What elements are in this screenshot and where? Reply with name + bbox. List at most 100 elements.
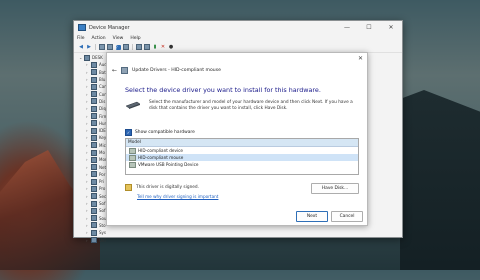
ide-icon [91,127,97,134]
chevron-right-icon[interactable]: › [86,114,89,119]
chevron-right-icon[interactable]: › [86,143,89,148]
device-icon [129,161,136,168]
computer-icon [91,91,97,98]
wallpaper-mountain-right [400,90,480,270]
help-icon[interactable]: ? [115,44,121,50]
download-icon[interactable]: ● [168,44,174,50]
monitor-icon[interactable] [136,44,142,50]
usb-icon [91,237,97,244]
chevron-right-icon[interactable]: › [86,179,89,184]
close-icon[interactable]: ✕ [358,55,363,62]
list-item-selected[interactable]: HID-compliant mouse [126,154,358,161]
computer-icon [84,54,90,61]
chevron-right-icon[interactable]: › [86,230,89,235]
chevron-right-icon[interactable]: › [86,121,89,126]
keyboard-icon [91,134,97,141]
chevron-down-icon[interactable]: ⌄ [79,55,82,60]
chevron-right-icon[interactable]: › [86,135,89,140]
show-compatible-row[interactable]: ✓ Show compatible hardware [125,129,195,136]
menu-file[interactable]: File [77,36,85,41]
close-window-button[interactable]: ✕ [380,21,402,34]
signed-driver-icon [125,184,132,191]
tree-item[interactable]: › Sys [77,229,117,236]
model-listbox[interactable]: Model HID-compliant device HID-compliant… [125,138,359,175]
audio-icon [91,61,97,68]
title-bar: Device Manager — ☐ ✕ [74,21,402,34]
tree-root-label: DESK [92,55,103,61]
camera-icon [91,83,97,90]
hardware-card-icon [125,101,141,109]
chevron-right-icon[interactable]: › [86,84,89,89]
chevron-right-icon[interactable]: › [86,77,89,82]
chevron-right-icon[interactable]: › [86,157,89,162]
processor-icon [91,185,97,192]
chevron-right-icon[interactable]: › [86,70,89,75]
uninstall-device-icon[interactable]: ✕ [160,44,166,50]
next-button[interactable]: Next [296,211,328,222]
cancel-button[interactable]: Cancel [331,211,363,222]
wizard-header: ← Update Drivers - HID-compliant mouse [112,67,221,74]
chevron-right-icon[interactable]: › [86,128,89,133]
chevron-right-icon[interactable]: › [86,201,89,206]
software-icon [91,200,97,207]
signed-status: This driver is digitally signed. [125,184,199,191]
wizard-title: Update Drivers - HID-compliant mouse [132,68,221,73]
menu-help[interactable]: Help [130,36,140,41]
list-item[interactable]: HID-compliant device [126,147,358,154]
window-title: Device Manager [89,24,130,31]
chevron-right-icon[interactable]: › [86,99,89,104]
toolbar-separator [95,44,96,50]
device-icon [129,154,136,161]
chevron-right-icon[interactable]: › [86,150,89,155]
port-icon [91,171,97,178]
minimize-button[interactable]: — [336,21,358,34]
sound-icon [91,215,97,222]
chevron-right-icon[interactable]: › [86,186,89,191]
menu-view[interactable]: View [113,36,124,41]
chevron-right-icon[interactable]: › [86,62,89,67]
scan-hardware-icon[interactable] [144,44,150,50]
battery-icon [91,69,97,76]
chevron-right-icon[interactable]: › [86,106,89,111]
forward-arrow-icon[interactable]: ▶ [86,44,92,50]
security-icon [91,193,97,200]
microphone-icon [91,142,97,149]
menu-bar: File Action View Help [74,34,402,42]
tree-item[interactable]: › Uni [77,236,117,244]
maximize-button[interactable]: ☐ [358,21,380,34]
show-compatible-label: Show compatible hardware [135,130,195,135]
update-driver-icon[interactable] [123,44,129,50]
monitor-icon [91,156,97,163]
chevron-right-icon[interactable]: › [86,223,89,228]
chevron-right-icon[interactable]: › [86,92,89,97]
chevron-right-icon[interactable]: › [86,238,89,243]
show-hide-icon[interactable] [107,44,113,50]
chevron-right-icon[interactable]: › [86,172,89,177]
update-drivers-dialog: ✕ ← Update Drivers - HID-compliant mouse… [106,52,368,226]
toolbar-separator [132,44,133,50]
chevron-right-icon[interactable]: › [86,165,89,170]
device-icon [129,147,136,154]
chevron-right-icon[interactable]: › [86,208,89,213]
network-icon [91,164,97,171]
chevron-right-icon[interactable]: › [86,216,89,221]
model-column-header[interactable]: Model [126,139,358,147]
show-compatible-checkbox[interactable]: ✓ [125,129,132,136]
system-icon [91,229,97,236]
driver-signing-link[interactable]: Tell me why driver signing is important [137,194,218,199]
menu-action[interactable]: Action [92,36,106,41]
back-arrow-icon[interactable]: ← [112,67,117,74]
page-heading: Select the device driver you want to ins… [125,86,321,94]
chevron-right-icon[interactable]: › [86,194,89,199]
list-item[interactable]: VMware USB Pointing Device [126,161,358,168]
have-disk-button[interactable]: Have Disk... [311,183,359,194]
printer-icon [91,178,97,185]
software-icon [91,207,97,214]
display-icon [91,105,97,112]
enable-device-icon[interactable]: ▮ [152,44,158,50]
back-arrow-icon[interactable]: ◀ [78,44,84,50]
properties-icon[interactable] [99,44,105,50]
hid-icon [91,120,97,127]
mouse-icon [91,149,97,156]
disk-icon [91,98,97,105]
